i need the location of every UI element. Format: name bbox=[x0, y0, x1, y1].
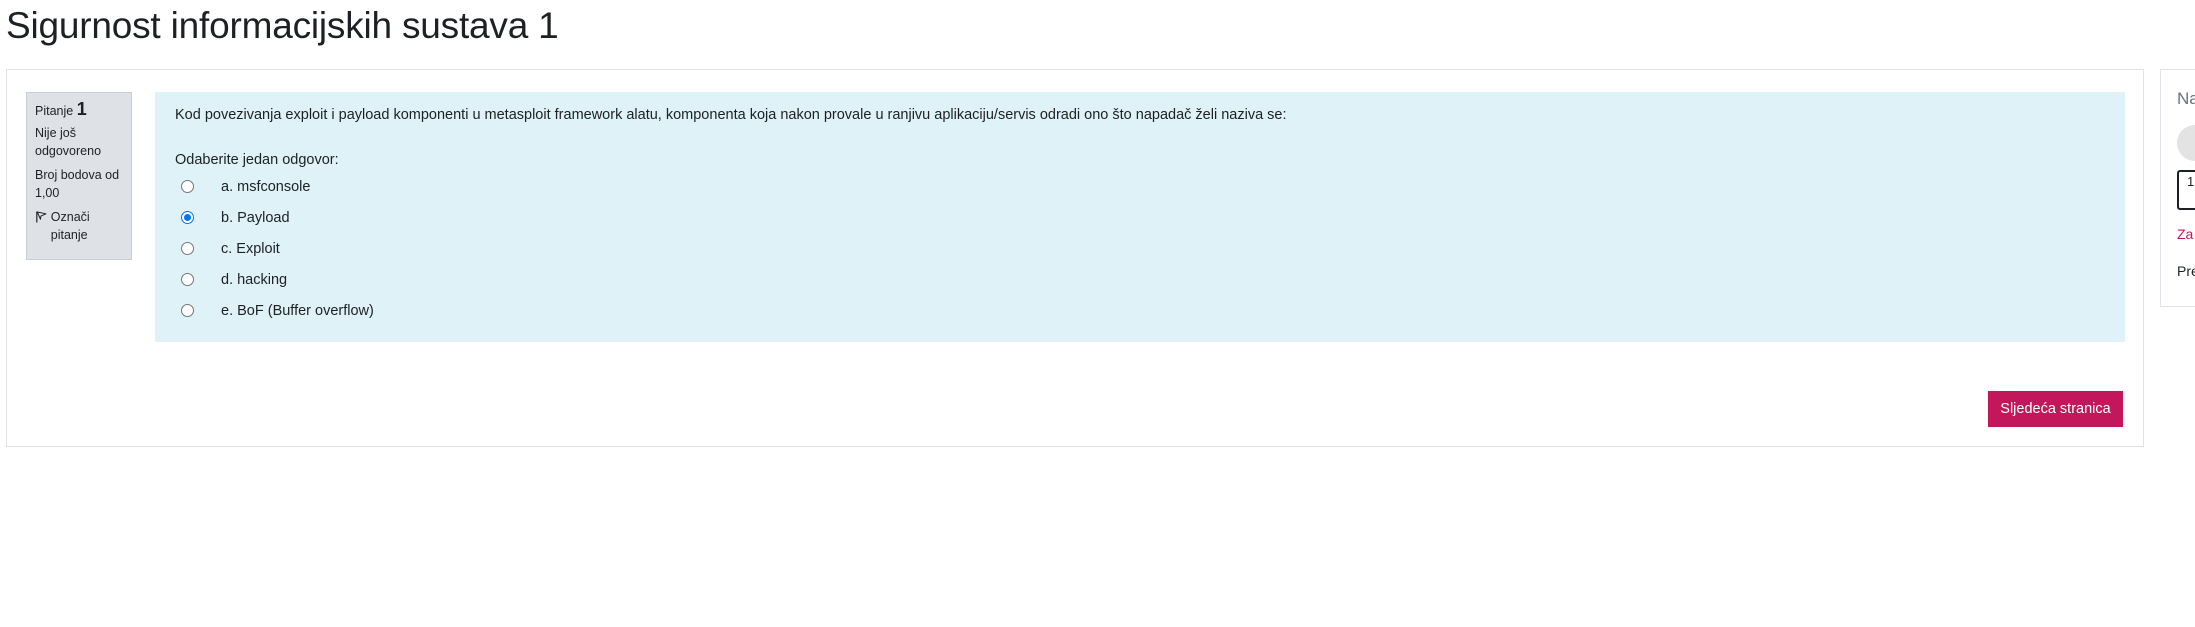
answer-label-b[interactable]: b. Payload bbox=[221, 208, 290, 228]
flag-icon bbox=[36, 211, 47, 223]
finish-attempt-link[interactable]: Za bbox=[2177, 226, 2193, 242]
question-number-line: Pitanje 1 bbox=[35, 100, 123, 120]
answer-label-e[interactable]: e. BoF (Buffer overflow) bbox=[221, 301, 374, 321]
quiz-main-region: Pitanje 1 Nije još odgovoreno Broj bodov… bbox=[6, 69, 2144, 447]
answer-radio-b[interactable] bbox=[181, 211, 194, 224]
answer-label-d[interactable]: d. hacking bbox=[221, 270, 287, 290]
answer-list: a. msfconsole b. Payload c. Exploit d. h… bbox=[175, 171, 2105, 326]
next-page-button[interactable]: Sljedeća stranica bbox=[1988, 391, 2123, 427]
answer-option-c[interactable]: c. Exploit bbox=[175, 233, 2105, 264]
answer-radio-a[interactable] bbox=[181, 180, 194, 193]
quiz-navigation-block: Na 1 Za Pre bbox=[2160, 69, 2195, 307]
question-nav-button-1[interactable]: 1 bbox=[2177, 170, 2195, 210]
answer-option-b[interactable]: b. Payload bbox=[175, 202, 2105, 233]
question-text: Kod povezivanja exploit i payload kompon… bbox=[175, 107, 1287, 123]
answer-radio-c[interactable] bbox=[181, 242, 194, 255]
question-number: 1 bbox=[76, 99, 87, 119]
preview-link[interactable]: Pre bbox=[2177, 263, 2195, 279]
answer-radio-d[interactable] bbox=[181, 273, 194, 286]
flag-question-link[interactable]: Označi pitanje bbox=[35, 208, 123, 244]
user-avatar bbox=[2177, 125, 2195, 161]
question-formulation: Kod povezivanja exploit i payload kompon… bbox=[155, 92, 2125, 342]
question-status: Nije još odgovoreno bbox=[35, 126, 102, 158]
quiz-navigation-title: Na bbox=[2177, 89, 2195, 108]
question-info-panel: Pitanje 1 Nije još odgovoreno Broj bodov… bbox=[26, 92, 132, 260]
answer-label-a[interactable]: a. msfconsole bbox=[221, 177, 310, 197]
page-title: Sigurnost informacijskih sustava 1 bbox=[6, 5, 559, 46]
question-label: Pitanje bbox=[35, 104, 74, 118]
answer-label-c[interactable]: c. Exploit bbox=[221, 239, 280, 259]
answer-option-e[interactable]: e. BoF (Buffer overflow) bbox=[175, 295, 2105, 326]
question-marks: Broj bodova od 1,00 bbox=[35, 168, 120, 200]
answer-option-a[interactable]: a. msfconsole bbox=[175, 171, 2105, 202]
answer-prompt: Odaberite jedan odgovor: bbox=[175, 152, 339, 168]
answer-radio-e[interactable] bbox=[181, 304, 194, 317]
flag-question-label: Označi pitanje bbox=[50, 210, 90, 242]
answer-option-d[interactable]: d. hacking bbox=[175, 264, 2105, 295]
